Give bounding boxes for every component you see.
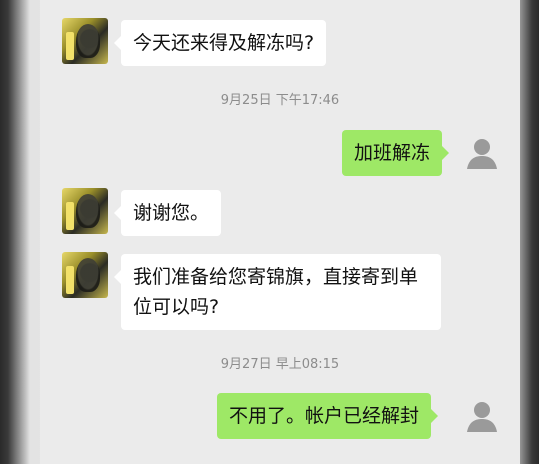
contact-avatar[interactable] bbox=[62, 188, 108, 234]
outgoing-message-bubble[interactable]: 加班解冻 bbox=[342, 130, 450, 176]
incoming-message-bubble[interactable]: 谢谢您。 bbox=[113, 190, 222, 236]
message-text: 加班解冻 bbox=[354, 142, 431, 164]
message-text: 谢谢您。 bbox=[133, 202, 210, 224]
person-icon[interactable] bbox=[462, 396, 502, 436]
message-timestamp: 9月27日 早上08:15 bbox=[220, 357, 340, 372]
person-icon[interactable] bbox=[462, 133, 502, 173]
incoming-message-bubble[interactable]: 今天还来得及解冻吗? bbox=[113, 20, 327, 66]
message-timestamp: 9月25日 下午17:46 bbox=[220, 93, 340, 108]
message-text: 我们准备给您寄锦旗，直接寄到单位可以吗? bbox=[133, 266, 419, 318]
message-text: 不用了。帐户已经解封 bbox=[229, 405, 420, 427]
chat-area[interactable]: 今天还来得及解冻吗? 9月25日 下午17:46 加班解冻 谢谢您。 我们准备给… bbox=[40, 0, 520, 464]
incoming-message-bubble[interactable]: 我们准备给您寄锦旗，直接寄到单位可以吗? bbox=[114, 254, 441, 330]
contact-avatar[interactable] bbox=[62, 252, 108, 298]
message-text: 今天还来得及解冻吗? bbox=[133, 32, 315, 54]
contact-avatar[interactable] bbox=[62, 18, 108, 64]
outgoing-message-bubble[interactable]: 不用了。帐户已经解封 bbox=[217, 393, 439, 439]
